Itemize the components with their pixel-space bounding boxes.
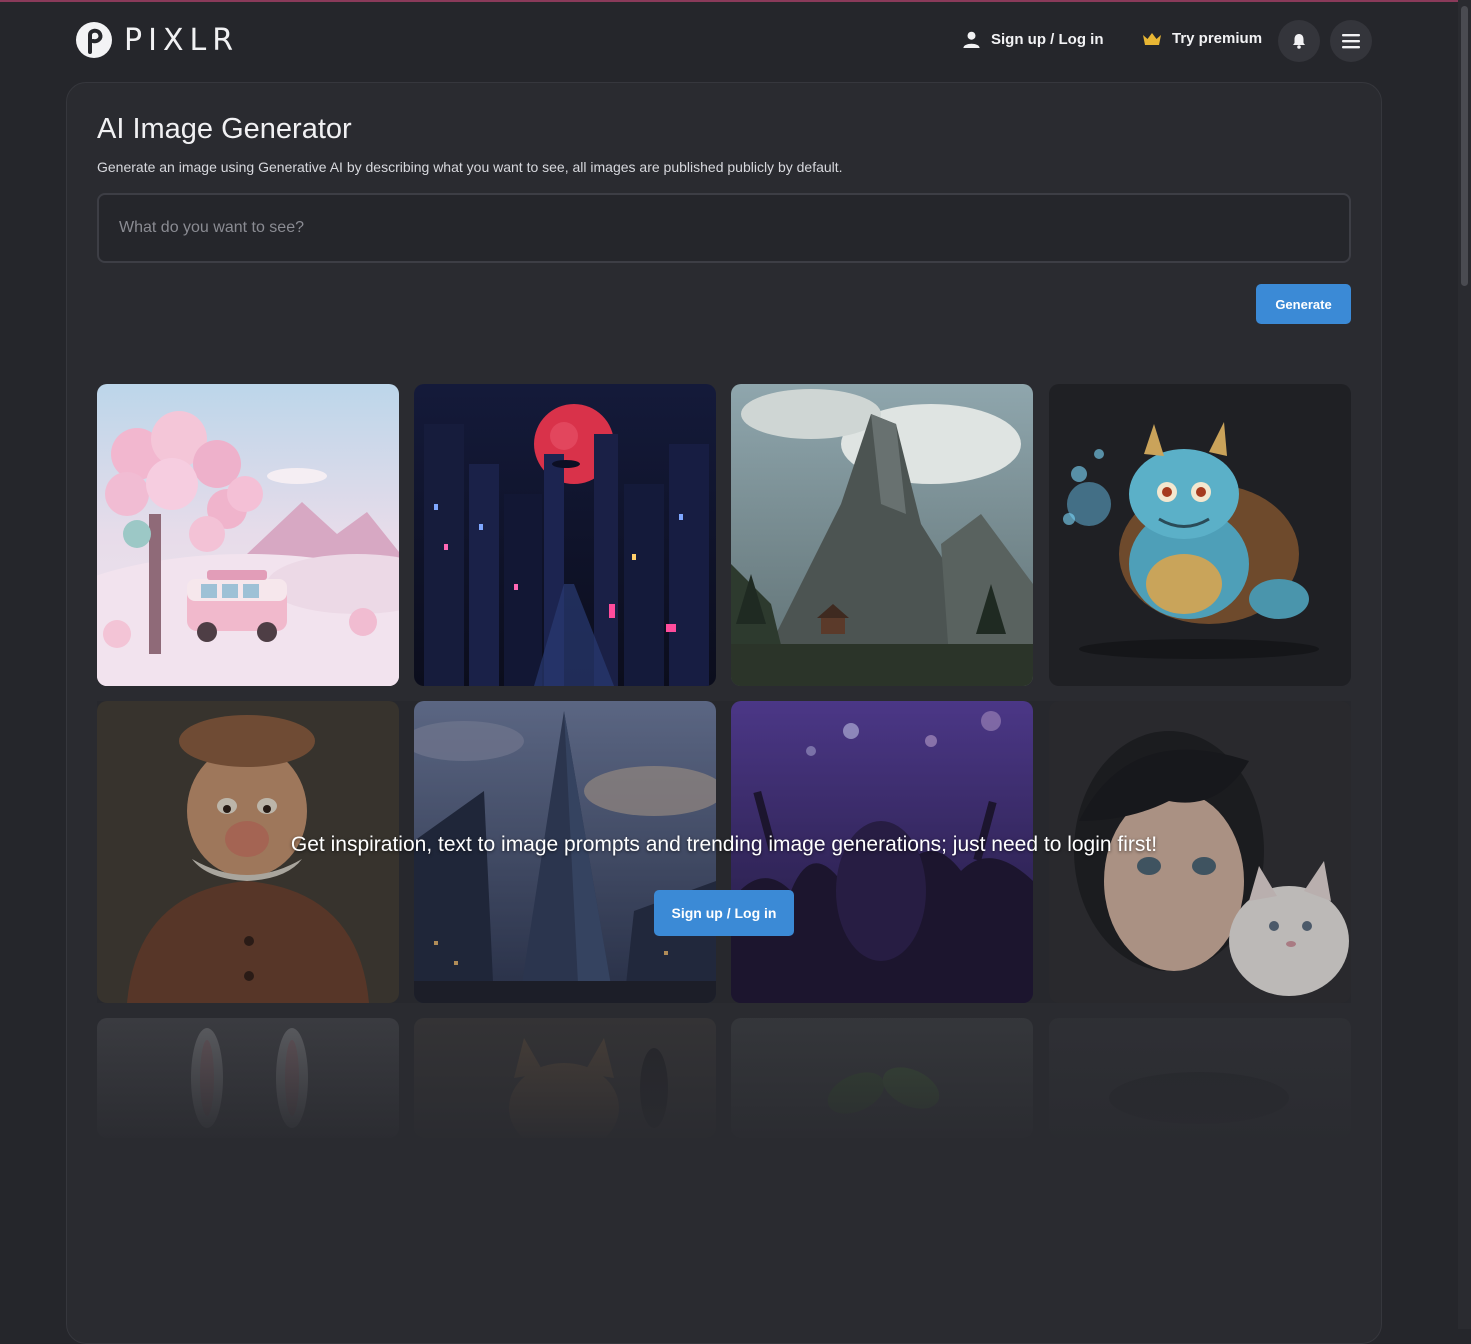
page-title: AI Image Generator [97,113,352,145]
neon-city-red-moon-image[interactable] [414,384,716,686]
page-subtitle: Generate an image using Generative AI by… [97,159,843,175]
pixlr-logo-icon [76,22,112,58]
top-header: PIXLR Sign up / Log in Try premium [0,2,1458,80]
hamburger-menu-icon [1342,34,1360,49]
mountain-cabin-landscape-image[interactable] [731,384,1033,686]
crown-icon [1143,32,1161,45]
pastel-tree-van-image[interactable] [97,384,399,686]
try-premium-label: Try premium [1172,30,1263,47]
prompt-input[interactable] [97,193,1351,263]
ai-generator-panel: AI Image Generator Generate an image usi… [66,82,1382,1344]
bell-icon [1293,34,1305,49]
header-signup-button[interactable]: Sign up / Log in [962,30,1103,49]
main-menu-button[interactable] [1330,20,1372,62]
cat-face-image[interactable] [414,1018,716,1138]
notifications-button[interactable] [1278,20,1320,62]
scrollbar-thumb[interactable] [1461,6,1468,286]
logo-text: PIXLR [124,22,240,58]
login-prompt-text: Get inspiration, text to image prompts a… [290,833,1158,856]
user-icon [963,31,980,49]
header-signup-label: Sign up / Log in [991,31,1104,48]
gallery-signup-button[interactable]: Sign up / Log in [654,890,794,936]
turtle-dragon-creature-image[interactable] [1049,384,1351,686]
pixlr-logo[interactable]: PIXLR [76,22,239,58]
white-rabbit-image[interactable] [97,1018,399,1138]
generate-button[interactable]: Generate [1256,284,1351,324]
dark-vehicle-image[interactable] [1049,1018,1351,1138]
green-plant-image[interactable] [731,1018,1033,1138]
page-scrollbar[interactable] [1458,0,1471,1329]
try-premium-button[interactable]: Try premium [1142,30,1262,47]
